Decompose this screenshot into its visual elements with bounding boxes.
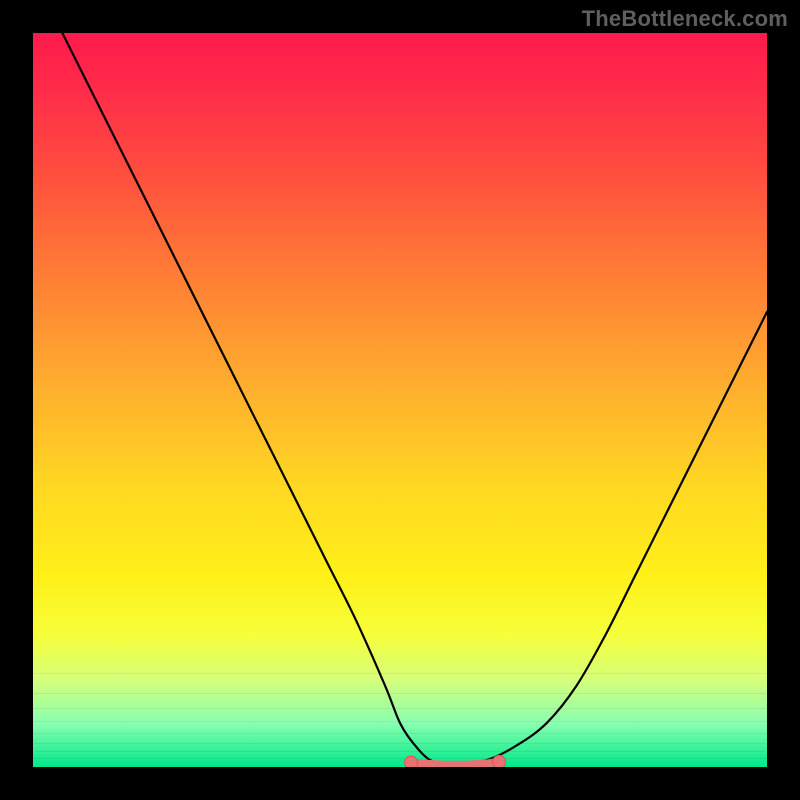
curve-svg (33, 33, 767, 767)
optimal-range-line (411, 762, 499, 765)
watermark-text: TheBottleneck.com (582, 6, 788, 32)
bottleneck-curve (62, 33, 767, 764)
plot-area (33, 33, 767, 767)
optimal-range-markers (405, 755, 506, 767)
optimal-range-endpoint (405, 756, 418, 767)
optimal-range-endpoint (493, 755, 506, 767)
chart-frame: TheBottleneck.com (0, 0, 800, 800)
